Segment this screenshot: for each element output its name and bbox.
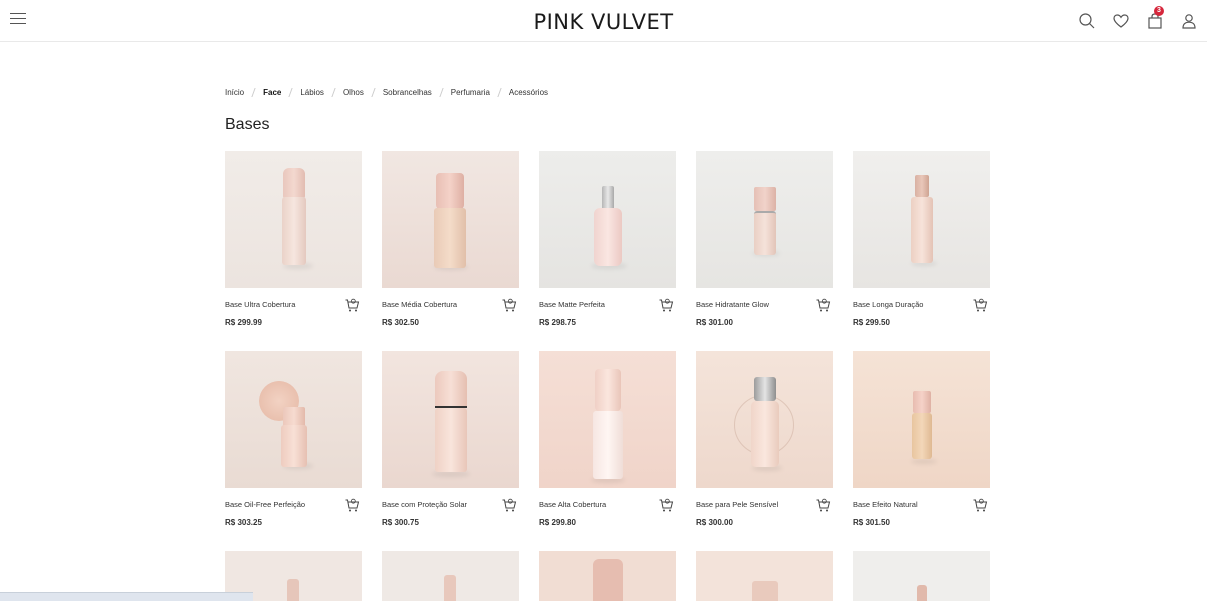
add-to-cart-icon[interactable] — [501, 297, 517, 313]
product-image[interactable] — [382, 551, 519, 601]
product-grid: Base Ultra Cobertura R$ 299.99 Base Médi… — [225, 151, 995, 531]
product-price: R$ 302.50 — [382, 318, 419, 327]
add-to-cart-icon[interactable] — [344, 297, 360, 313]
product-card[interactable]: Base Efeito Natural R$ 301.50 — [853, 351, 990, 531]
product-card[interactable]: Base Longa Duração R$ 299.50 — [853, 151, 990, 331]
product-card[interactable]: Base com Proteção Solar R$ 300.75 — [382, 351, 519, 531]
add-to-cart-icon[interactable] — [344, 497, 360, 513]
product-price: R$ 299.50 — [853, 318, 890, 327]
product-card[interactable]: Base Matte Perfeita R$ 298.75 — [539, 151, 676, 331]
add-to-cart-icon[interactable] — [815, 497, 831, 513]
breadcrumb-face[interactable]: Face — [263, 88, 281, 97]
product-price: R$ 299.80 — [539, 518, 576, 527]
add-to-cart-icon[interactable] — [972, 297, 988, 313]
add-to-cart-icon[interactable] — [658, 297, 674, 313]
product-price: R$ 299.99 — [225, 318, 262, 327]
product-name[interactable]: Base com Proteção Solar — [382, 500, 497, 509]
product-price: R$ 303.25 — [225, 518, 262, 527]
product-name[interactable]: Base Oil-Free Perfeição — [225, 500, 340, 509]
product-name[interactable]: Base Média Cobertura — [382, 300, 497, 309]
add-to-cart-icon[interactable] — [815, 297, 831, 313]
product-price: R$ 301.50 — [853, 518, 890, 527]
product-card[interactable]: Base Média Cobertura R$ 302.50 — [382, 151, 519, 331]
product-name[interactable]: Base Efeito Natural — [853, 500, 968, 509]
breadcrumb-labios[interactable]: Lábios — [300, 88, 324, 97]
product-card[interactable]: Base Alta Cobertura R$ 299.80 — [539, 351, 676, 531]
product-image[interactable] — [382, 351, 519, 488]
page-title: Bases — [225, 116, 270, 133]
breadcrumb-sobrancelhas[interactable]: Sobrancelhas — [383, 88, 432, 97]
search-icon[interactable] — [1077, 11, 1097, 31]
product-name[interactable]: Base Longa Duração — [853, 300, 968, 309]
product-name[interactable]: Base Matte Perfeita — [539, 300, 654, 309]
product-name[interactable]: Base Hidratante Glow — [696, 300, 811, 309]
status-bar-url — [0, 592, 253, 601]
product-image[interactable] — [853, 551, 990, 601]
product-image[interactable] — [539, 351, 676, 488]
product-image[interactable] — [539, 151, 676, 288]
breadcrumb-inicio[interactable]: Início — [225, 88, 244, 97]
add-to-cart-icon[interactable] — [972, 497, 988, 513]
breadcrumb-separator — [497, 88, 502, 97]
add-to-cart-icon[interactable] — [501, 497, 517, 513]
product-image[interactable] — [696, 351, 833, 488]
product-card[interactable]: Base Hidratante Glow R$ 301.00 — [696, 151, 833, 331]
brand-logo[interactable]: PINK VULVET — [0, 10, 1207, 34]
product-image[interactable] — [382, 151, 519, 288]
breadcrumb-separator — [331, 88, 336, 97]
product-image[interactable] — [696, 151, 833, 288]
product-image[interactable] — [853, 151, 990, 288]
product-name[interactable]: Base para Pele Sensível — [696, 500, 811, 509]
product-name[interactable]: Base Alta Cobertura — [539, 500, 654, 509]
breadcrumb-separator — [371, 88, 376, 97]
product-price: R$ 300.75 — [382, 518, 419, 527]
breadcrumb-perfumaria[interactable]: Perfumaria — [451, 88, 490, 97]
product-image[interactable] — [696, 551, 833, 601]
heart-icon[interactable] — [1111, 11, 1131, 31]
product-image[interactable] — [539, 551, 676, 601]
product-name[interactable]: Base Ultra Cobertura — [225, 300, 340, 309]
product-image[interactable] — [853, 351, 990, 488]
product-price: R$ 301.00 — [696, 318, 733, 327]
breadcrumb-acessorios[interactable]: Acessórios — [509, 88, 548, 97]
header-actions: 3 — [1077, 6, 1199, 32]
product-image[interactable] — [225, 151, 362, 288]
breadcrumb-separator — [251, 88, 256, 97]
product-image[interactable] — [225, 351, 362, 488]
add-to-cart-icon[interactable] — [658, 497, 674, 513]
breadcrumb-separator — [288, 88, 293, 97]
user-icon[interactable] — [1179, 11, 1199, 31]
shopping-bag-icon[interactable]: 3 — [1145, 6, 1165, 31]
product-card[interactable]: Base Oil-Free Perfeição R$ 303.25 — [225, 351, 362, 531]
product-price: R$ 298.75 — [539, 318, 576, 327]
cart-count-badge: 3 — [1154, 6, 1164, 16]
product-card[interactable]: Base Ultra Cobertura R$ 299.99 — [225, 151, 362, 331]
product-card[interactable]: Base para Pele Sensível R$ 300.00 — [696, 351, 833, 531]
product-price: R$ 300.00 — [696, 518, 733, 527]
breadcrumb-olhos[interactable]: Olhos — [343, 88, 364, 97]
product-grid-row-partial — [225, 551, 990, 601]
breadcrumb-separator — [439, 88, 444, 97]
top-bar: PINK VULVET 3 — [0, 0, 1207, 42]
breadcrumb: Início Face Lábios Olhos Sobrancelhas Pe… — [225, 88, 548, 97]
